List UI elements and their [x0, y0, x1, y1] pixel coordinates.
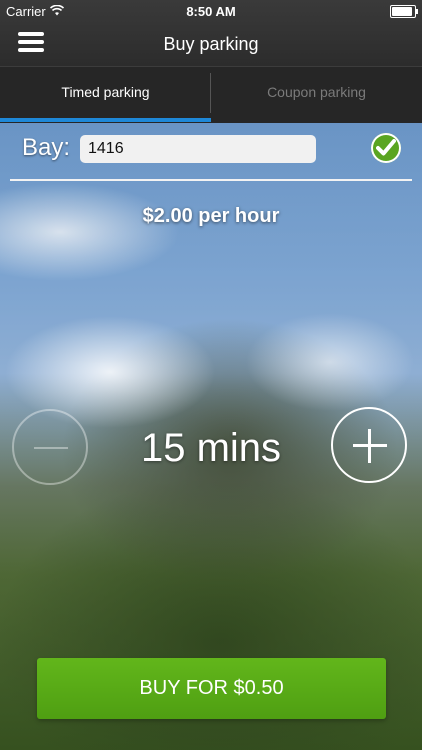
- status-time: 8:50 AM: [186, 4, 236, 19]
- status-bar: Carrier 8:50 AM: [0, 0, 422, 22]
- tab-coupon-parking[interactable]: Coupon parking: [211, 67, 422, 123]
- bay-input[interactable]: [80, 135, 316, 163]
- increase-time-button[interactable]: [331, 407, 407, 483]
- battery-icon: [390, 5, 418, 18]
- top-bar: Carrier 8:50 AM Buy parking: [0, 0, 422, 66]
- tab-bar: Timed parking Coupon parking: [0, 66, 422, 123]
- navigation-bar: Buy parking: [0, 22, 422, 66]
- bay-label: Bay:: [22, 134, 71, 161]
- active-tab-indicator: [0, 118, 211, 122]
- checkmark-icon: [371, 133, 401, 163]
- rate-text: $2.00 per hour: [142, 205, 280, 227]
- divider-line: [10, 179, 412, 181]
- buy-button[interactable]: BUY FOR $0.50: [37, 658, 386, 719]
- page-title: Buy parking: [163, 34, 259, 54]
- tab-timed-parking[interactable]: Timed parking: [0, 67, 211, 123]
